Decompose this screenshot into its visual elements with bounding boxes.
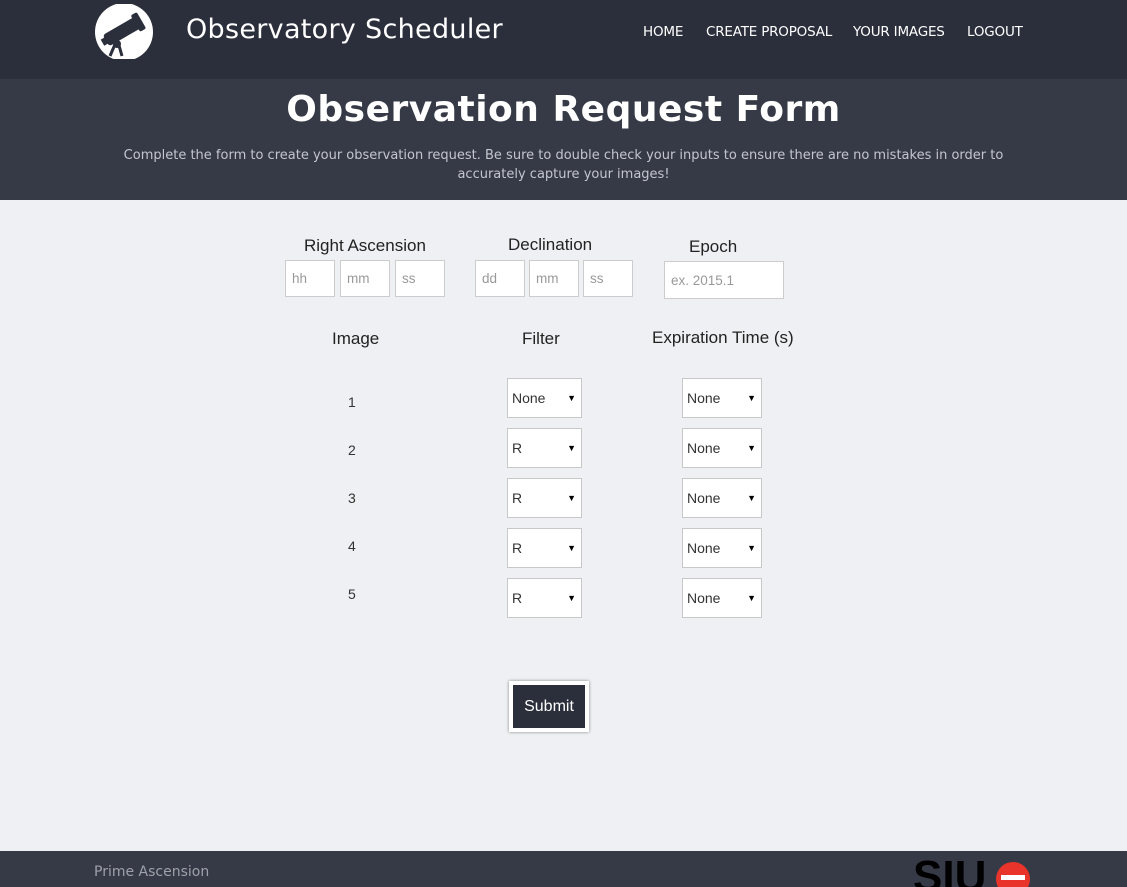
image-column-header: Image	[332, 329, 380, 348]
expiration-select-value: None	[687, 440, 721, 456]
expiration-column-header: Expiration Time (s)	[652, 328, 794, 347]
expiration-select-value: None	[687, 490, 721, 506]
dropdown-arrow-icon: ▼	[747, 593, 756, 603]
page-footer: Prime Ascension SIU	[0, 851, 1127, 887]
image-number: 5	[348, 586, 356, 602]
dropdown-arrow-icon: ▼	[567, 443, 576, 453]
image-number: 2	[348, 442, 356, 458]
filter-select-3[interactable]: R ▼	[507, 478, 582, 518]
filter-select-4[interactable]: R ▼	[507, 528, 582, 568]
image-number: 1	[348, 394, 356, 410]
filter-column-header: Filter	[522, 329, 560, 348]
filter-select-1[interactable]: None ▼	[507, 378, 582, 418]
submit-button-frame: Submit	[509, 681, 589, 732]
svg-text:SIU: SIU	[913, 852, 986, 887]
epoch-input[interactable]	[664, 261, 784, 299]
dropdown-arrow-icon: ▼	[567, 493, 576, 503]
nav-home[interactable]: HOME	[643, 24, 683, 42]
epoch-label: Epoch	[689, 237, 738, 256]
declination-label: Declination	[508, 235, 593, 254]
page-subtitle: Complete the form to create your observa…	[123, 148, 1004, 182]
expiration-select-2[interactable]: None ▼	[682, 428, 762, 468]
brand-title[interactable]: Observatory Scheduler	[186, 14, 503, 45]
dropdown-arrow-icon: ▼	[567, 593, 576, 603]
dropdown-arrow-icon: ▼	[567, 393, 576, 403]
expiration-select-value: None	[687, 590, 721, 606]
ra-minutes-input[interactable]	[340, 260, 390, 297]
image-number: 3	[348, 490, 356, 506]
siue-logo: SIU	[913, 852, 1030, 887]
top-navbar: Observatory Scheduler HOME CREATE PROPOS…	[0, 0, 1127, 79]
nav-logout[interactable]: LOGOUT	[967, 24, 1023, 42]
ra-seconds-input[interactable]	[395, 260, 445, 297]
right-ascension-label: Right Ascension	[304, 236, 426, 255]
dropdown-arrow-icon: ▼	[567, 543, 576, 553]
expiration-select-1[interactable]: None ▼	[682, 378, 762, 418]
dropdown-arrow-icon: ▼	[747, 493, 756, 503]
page-title: Observation Request Form	[286, 89, 841, 130]
filter-select-5[interactable]: R ▼	[507, 578, 582, 618]
telescope-icon[interactable]	[94, 4, 154, 59]
expiration-select-3[interactable]: None ▼	[682, 478, 762, 518]
filter-select-value: R	[512, 540, 523, 556]
submit-button[interactable]: Submit	[513, 685, 585, 728]
expiration-select-5[interactable]: None ▼	[682, 578, 762, 618]
filter-select-value: None	[512, 390, 546, 406]
dropdown-arrow-icon: ▼	[747, 443, 756, 453]
expiration-select-value: None	[687, 540, 721, 556]
nav-create-proposal[interactable]: CREATE PROPOSAL	[706, 24, 832, 42]
ra-hours-input[interactable]	[285, 260, 335, 297]
expiration-select-4[interactable]: None ▼	[682, 528, 762, 568]
filter-select-value: R	[512, 440, 523, 456]
expiration-select-value: None	[687, 390, 721, 406]
nav-your-images[interactable]: YOUR IMAGES	[853, 24, 945, 42]
image-number: 4	[348, 538, 356, 554]
filter-select-value: R	[512, 490, 523, 506]
dropdown-arrow-icon: ▼	[747, 543, 756, 553]
dec-seconds-input[interactable]	[583, 260, 633, 297]
filter-select-2[interactable]: R ▼	[507, 428, 582, 468]
footer-text: Prime Ascension	[94, 864, 210, 880]
dec-minutes-input[interactable]	[529, 260, 579, 297]
filter-select-value: R	[512, 590, 523, 606]
dropdown-arrow-icon: ▼	[747, 393, 756, 403]
dec-degrees-input[interactable]	[475, 260, 525, 297]
